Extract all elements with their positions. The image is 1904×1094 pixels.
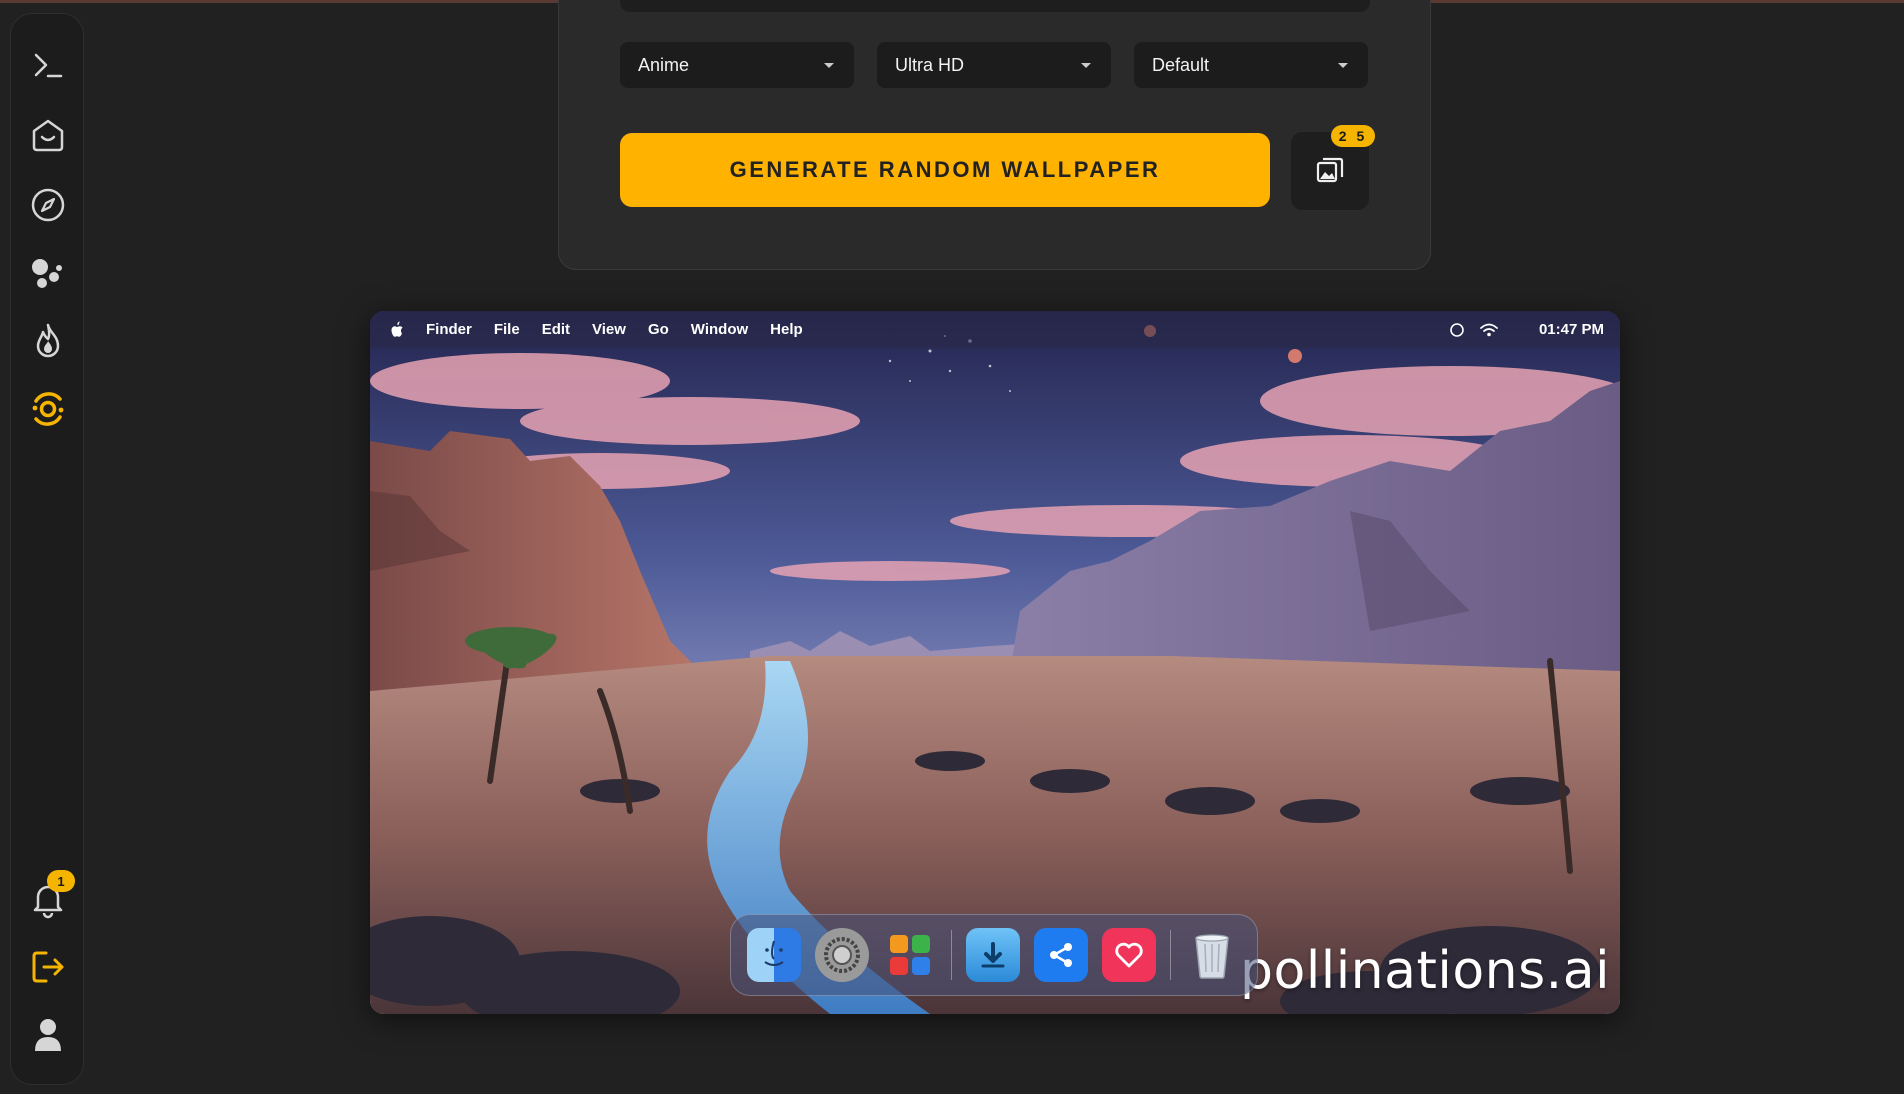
apple-logo-icon[interactable]	[388, 321, 404, 339]
prompt-input-edge[interactable]	[620, 0, 1370, 12]
user-icon[interactable]	[27, 1014, 69, 1056]
compass-icon[interactable]	[27, 184, 69, 226]
mac-dock	[730, 914, 1258, 996]
wallpaper-image	[370, 311, 1620, 1014]
chevron-down-icon	[824, 63, 834, 68]
settings-icon[interactable]	[815, 928, 869, 982]
menubar-item[interactable]: Finder	[426, 321, 472, 338]
menubar-status-area: 01:47 PM	[1449, 311, 1620, 348]
ratio-select-value: Default	[1152, 54, 1210, 75]
dock-separator	[1170, 930, 1171, 980]
home-icon[interactable]	[27, 114, 69, 156]
menubar-item[interactable]: File	[494, 321, 520, 338]
bubbles-icon[interactable]	[27, 252, 69, 294]
watermark-text: pollinations.ai	[1240, 941, 1611, 1001]
wallpaper-preview[interactable]: Finder File Edit View Go Window Help 01:…	[370, 311, 1620, 1014]
menubar-item[interactable]: View	[592, 321, 626, 338]
trash-icon[interactable]	[1185, 928, 1239, 982]
quality-select-value: Ultra HD	[895, 54, 965, 75]
favorite-icon[interactable]	[1102, 928, 1156, 982]
dock-separator	[951, 930, 952, 980]
chevron-down-icon	[1338, 63, 1348, 68]
menubar-clock: 01:47 PM	[1538, 321, 1604, 338]
launchpad-icon[interactable]	[883, 928, 937, 982]
menubar-item[interactable]: Go	[648, 321, 669, 338]
generate-wallpaper-button[interactable]: GENERATE RANDOM WALLPAPER	[620, 133, 1270, 207]
wallpaper-generator-icon[interactable]	[27, 388, 69, 430]
logout-icon[interactable]	[27, 946, 69, 988]
gallery-count-badge: 2 5	[1331, 125, 1375, 147]
terminal-icon[interactable]	[27, 44, 69, 86]
notification-badge: 1	[47, 870, 75, 892]
menubar-item[interactable]: Window	[691, 321, 748, 338]
mac-menubar: Finder File Edit View Go Window Help 01:…	[370, 311, 1620, 348]
menubar-item[interactable]: Help	[770, 321, 803, 338]
downloads-icon[interactable]	[966, 928, 1020, 982]
style-select-value: Anime	[638, 54, 690, 75]
quality-select[interactable]: Ultra HD	[877, 42, 1111, 88]
control-center-icon[interactable]	[1449, 322, 1465, 338]
flame-icon[interactable]	[27, 320, 69, 362]
wifi-icon[interactable]	[1479, 322, 1499, 338]
menubar-item[interactable]: Edit	[542, 321, 570, 338]
finder-icon[interactable]	[747, 928, 801, 982]
gallery-icon	[1316, 157, 1344, 183]
style-select[interactable]: Anime	[620, 42, 854, 88]
share-icon[interactable]	[1034, 928, 1088, 982]
chevron-down-icon	[1081, 63, 1091, 68]
sidebar: 1	[10, 13, 84, 1085]
ratio-select[interactable]: Default	[1134, 42, 1368, 88]
